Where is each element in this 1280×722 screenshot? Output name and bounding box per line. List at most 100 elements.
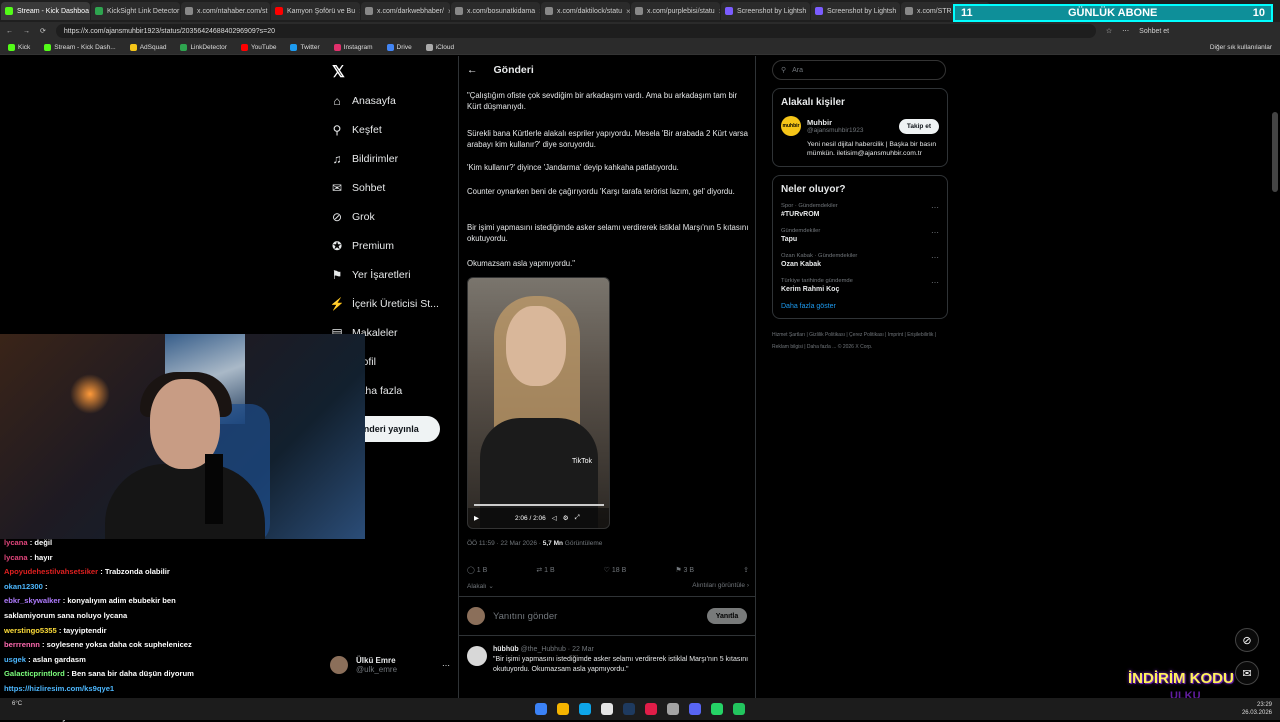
nav-item[interactable]: ⚡ İçerik Üreticisi St... <box>330 297 439 311</box>
search-input[interactable]: ⚲ Ara <box>772 60 946 80</box>
follow-button[interactable]: Takip et <box>898 118 939 134</box>
steam-icon[interactable] <box>623 703 635 715</box>
settings-icon[interactable]: ⚙ <box>563 514 569 522</box>
nav-item[interactable]: ⊘ Grok <box>330 210 375 224</box>
chat-message: usgek : aslan gardasm <box>4 655 86 664</box>
browser-tab[interactable]: x.com/bosunatkidama× <box>451 2 540 20</box>
clock[interactable]: 23:29 26.03.2026 <box>1242 701 1272 717</box>
weather-widget[interactable]: 6°C <box>12 700 22 708</box>
close-tab-icon[interactable]: × <box>539 7 540 16</box>
browser-tab[interactable]: Screenshot by Lightsh× <box>721 2 810 20</box>
play-icon[interactable]: ▶ <box>474 514 479 522</box>
nav-label: Anasayfa <box>352 95 396 107</box>
browser-tab[interactable]: Stream - Kick Dashboa× <box>1 2 90 20</box>
more-icon[interactable]: ⋯ <box>931 278 939 287</box>
other-bookmarks[interactable]: Diğer sık kullanılanlar <box>1210 44 1272 51</box>
bookmark-item[interactable]: AdSquad <box>129 43 166 51</box>
nav-item[interactable]: ⚑ Yer İşaretleri <box>330 268 411 282</box>
scrollbar[interactable] <box>1272 112 1278 192</box>
share-icon[interactable]: ⇪ <box>743 566 749 574</box>
browser-tab[interactable]: x.com/purplebisi/statu × <box>631 2 720 20</box>
browser-tab[interactable]: x.com/ntahaber.com/st× <box>181 2 270 20</box>
related-dropdown[interactable]: Alakalı ⌄ <box>467 582 494 590</box>
whatsapp-icon[interactable] <box>711 703 723 715</box>
nav-item[interactable]: ♫ Bildirimler <box>330 152 399 166</box>
bookmark-item[interactable]: LinkDetector <box>180 43 227 51</box>
more-icon[interactable]: ⋯ <box>931 253 939 262</box>
discord-icon[interactable] <box>689 703 701 715</box>
volume-icon[interactable]: ◁ <box>552 514 557 522</box>
message-icon[interactable]: ✉ <box>1235 661 1259 685</box>
x-logo-icon[interactable]: 𝕏 <box>332 62 345 82</box>
chrome-icon[interactable] <box>601 703 613 715</box>
trend-item[interactable]: Türkiye tarihinde gündemde Kerim Rahmi Ko… <box>781 278 939 293</box>
back-icon[interactable]: ← <box>6 28 13 35</box>
video-progress[interactable] <box>474 504 604 506</box>
show-more-link[interactable]: Daha fazla göster <box>781 303 939 310</box>
chat-username[interactable]: berrrennn <box>4 640 40 649</box>
more-icon[interactable]: ⋯ <box>442 661 450 670</box>
nav-item[interactable]: ⌂ Anasayfa <box>330 94 396 108</box>
browser-tab[interactable]: Screenshot by Lightsh× <box>811 2 900 20</box>
trend-item[interactable]: Gündemdekiler Tapu ⋯ <box>781 228 939 243</box>
chat-username[interactable]: werstingo5355 <box>4 626 57 635</box>
bookmark-item[interactable]: Twitter <box>290 43 320 51</box>
windows-start-icon[interactable] <box>535 703 547 715</box>
back-arrow-icon[interactable]: ← <box>467 64 478 76</box>
app-icon[interactable] <box>645 703 657 715</box>
like-action[interactable]: ♡ 18 B <box>604 566 627 574</box>
menu-icon[interactable]: ⋯ <box>1122 27 1129 35</box>
close-tab-icon[interactable]: × <box>359 7 360 16</box>
video-player[interactable]: TikTok ▶ 2:06 / 2:06 ◁ ⚙ ⤢ <box>467 277 610 529</box>
bookmark-action[interactable]: ⚑ 3 B <box>675 566 694 574</box>
trend-item[interactable]: Spor · Gündemdekiler #TURvROM ⋯ <box>781 203 939 218</box>
bookmark-item[interactable]: Stream - Kick Dash... <box>44 43 116 51</box>
close-tab-icon[interactable]: × <box>719 7 720 16</box>
nav-item[interactable]: ✪ Premium <box>330 239 394 253</box>
bookmark-item[interactable]: iCloud <box>425 43 454 51</box>
close-tab-icon[interactable]: × <box>626 7 630 16</box>
more-icon[interactable]: ⋯ <box>931 228 939 237</box>
bookmark-item[interactable]: YouTube <box>240 43 276 51</box>
trend-item[interactable]: Ozan Kabak · Gündemdekiler Ozan Kabak ⋯ <box>781 253 939 268</box>
spotify-icon[interactable] <box>733 703 745 715</box>
file-explorer-icon[interactable] <box>557 703 569 715</box>
view-quotes-link[interactable]: Alıntıları görüntüle › <box>692 582 749 590</box>
sohbet-button[interactable]: Sohbet et <box>1139 28 1169 35</box>
url-field[interactable]: https://x.com/ajansmuhbir1923/status/203… <box>55 24 1096 38</box>
chat-username[interactable]: lycana <box>4 553 28 562</box>
close-tab-icon[interactable]: × <box>448 7 450 16</box>
footer-links[interactable]: Hizmet Şartları | Gizlilik Politikası | … <box>772 329 948 353</box>
grok-icon[interactable]: ⊘ <box>1235 628 1259 652</box>
more-icon[interactable]: ⋯ <box>931 203 939 212</box>
chat-username[interactable]: Galacticprintlord <box>4 669 65 678</box>
bookmark-item[interactable]: Drive <box>386 43 412 51</box>
fullscreen-icon[interactable]: ⤢ <box>575 514 580 522</box>
reply-button[interactable]: Yanıtla <box>707 608 747 624</box>
edge-icon[interactable] <box>579 703 591 715</box>
browser-tab[interactable]: x.com/darkwebhaber/ × <box>361 2 450 20</box>
bookmark-item[interactable]: Kick <box>8 43 30 51</box>
related-person[interactable]: muhbir Muhbir @ajansmuhbir1923 Takip et <box>781 116 939 136</box>
nav-item[interactable]: ⚲ Keşfet <box>330 123 382 137</box>
app-icon-2[interactable] <box>667 703 679 715</box>
reply-action[interactable]: ◯ 1 B <box>467 566 487 574</box>
bookmark-item[interactable]: Instagram <box>333 43 373 51</box>
browser-tab[interactable]: x.com/daktilock/statu × <box>541 2 630 20</box>
browser-tab[interactable]: Kamyon Şoförü ve Bu× <box>271 2 360 20</box>
repost-action[interactable]: ⇄ 1 B <box>536 566 554 574</box>
chat-username[interactable]: ebkr_skywalker <box>4 596 61 605</box>
chat-username[interactable]: lycana <box>4 538 28 547</box>
chat-username[interactable]: Apoyudehestilvahsetsiker <box>4 567 98 576</box>
chat-username[interactable]: okan12300 <box>4 582 43 591</box>
reply-input[interactable]: Yanıtını gönder <box>493 611 557 622</box>
chat-username[interactable]: usgek <box>4 655 26 664</box>
browser-tab[interactable]: KickSight Link Detector× <box>91 2 180 20</box>
star-icon[interactable]: ☆ <box>1106 27 1112 35</box>
reply-item[interactable]: hübhüb @the_Hubhub · 22 Mar "Bir işimi y… <box>467 646 749 675</box>
reload-icon[interactable]: ⟳ <box>40 27 46 35</box>
trend-category: Spor · Gündemdekiler <box>781 203 838 209</box>
tab-label: Kamyon Şoförü ve Bu <box>287 7 356 15</box>
forward-icon[interactable]: → <box>23 28 30 35</box>
nav-item[interactable]: ✉ Sohbet <box>330 181 385 195</box>
